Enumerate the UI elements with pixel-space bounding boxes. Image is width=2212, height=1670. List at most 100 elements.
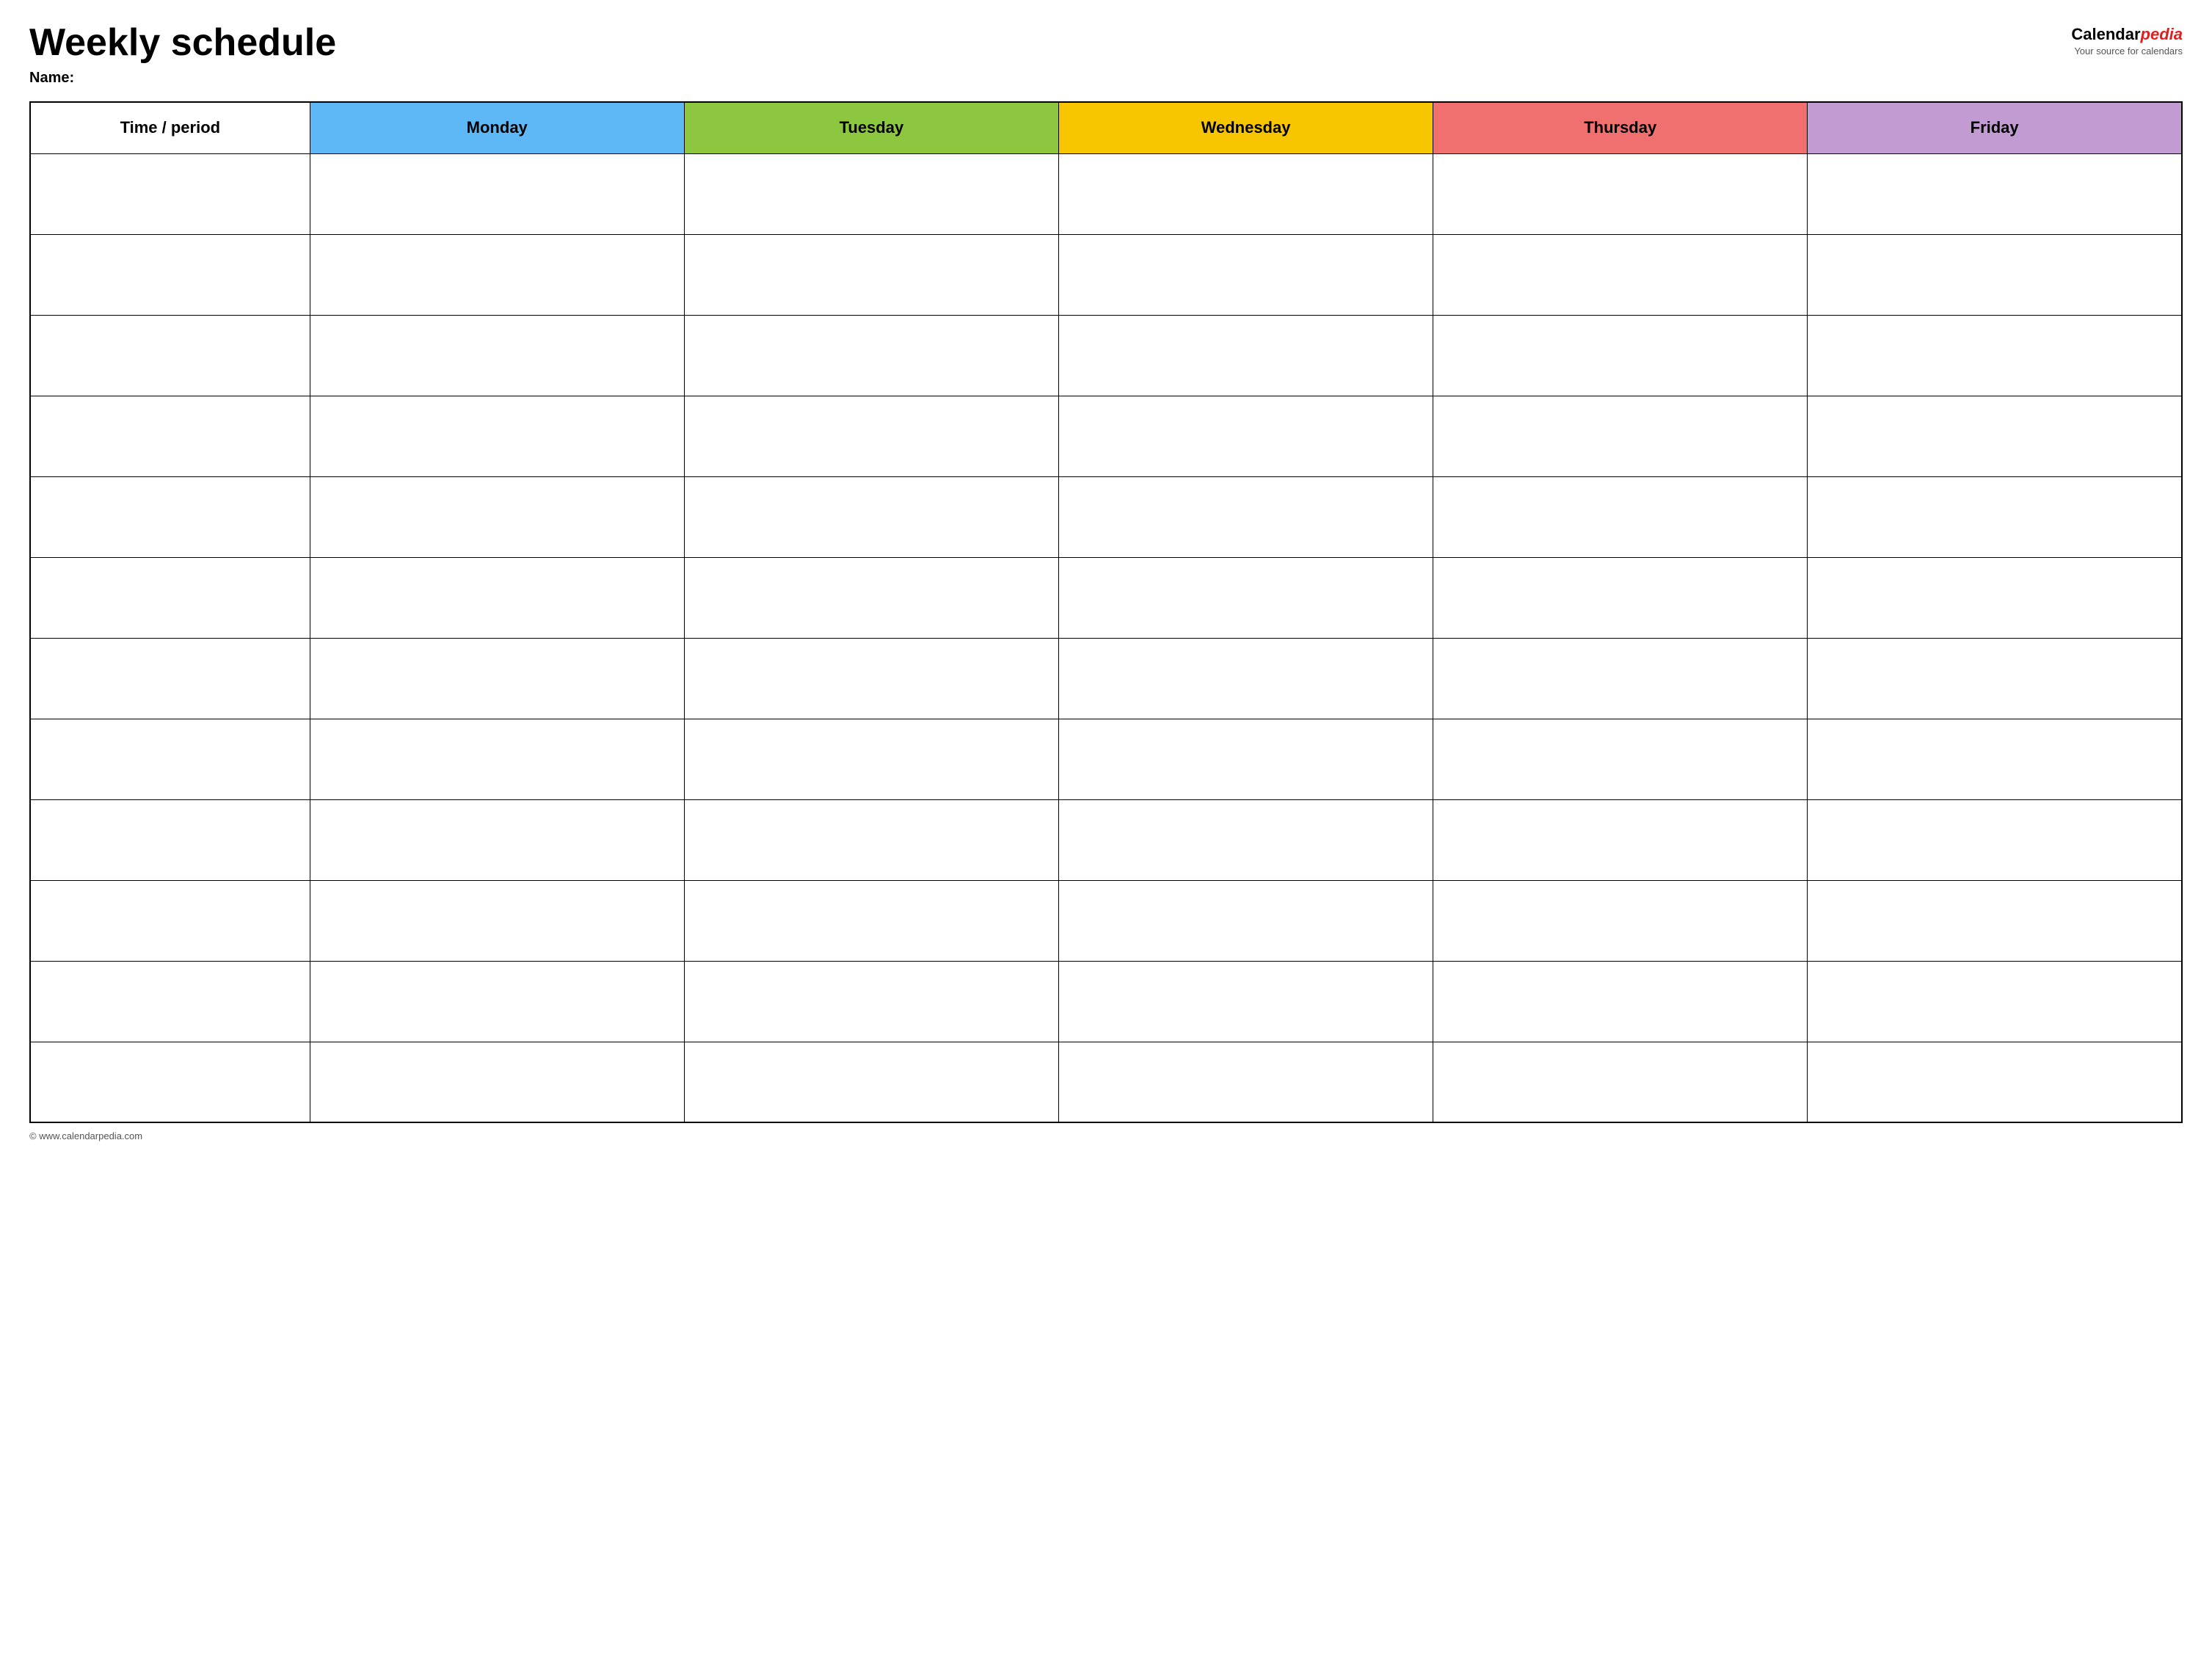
schedule-cell[interactable] [1808,153,2182,234]
schedule-cell[interactable] [684,234,1058,315]
schedule-cell[interactable] [1433,476,1808,557]
header-friday: Friday [1808,102,2182,153]
footer: © www.calendarpedia.com [29,1130,2183,1141]
page-header: Weekly schedule Name: Calendarpedia Your… [29,22,2183,87]
schedule-cell[interactable] [1433,153,1808,234]
schedule-cell[interactable] [310,396,684,476]
schedule-cell[interactable] [1058,557,1433,638]
table-row [30,880,2182,961]
table-row [30,799,2182,880]
header-thursday: Thursday [1433,102,1808,153]
schedule-cell[interactable] [1808,799,2182,880]
schedule-cell[interactable] [1808,880,2182,961]
schedule-cell[interactable] [1058,638,1433,719]
schedule-cell[interactable] [684,557,1058,638]
time-cell[interactable] [30,799,310,880]
schedule-cell[interactable] [1433,961,1808,1042]
time-cell[interactable] [30,396,310,476]
schedule-cell[interactable] [1433,315,1808,396]
schedule-cell[interactable] [310,476,684,557]
time-cell[interactable] [30,961,310,1042]
schedule-cell[interactable] [1808,557,2182,638]
schedule-cell[interactable] [1433,234,1808,315]
header-monday: Monday [310,102,684,153]
schedule-cell[interactable] [1058,476,1433,557]
table-row [30,557,2182,638]
time-cell[interactable] [30,880,310,961]
schedule-cell[interactable] [1433,880,1808,961]
copyright-text: © www.calendarpedia.com [29,1130,142,1141]
schedule-cell[interactable] [1058,153,1433,234]
schedule-cell[interactable] [1808,315,2182,396]
table-row [30,153,2182,234]
logo-pedia-text: pedia [2141,25,2183,43]
schedule-cell[interactable] [1058,396,1433,476]
schedule-cell[interactable] [1433,557,1808,638]
time-cell[interactable] [30,476,310,557]
schedule-cell[interactable] [1058,234,1433,315]
schedule-cell[interactable] [310,234,684,315]
schedule-cell[interactable] [684,1042,1058,1122]
schedule-cell[interactable] [684,961,1058,1042]
header-tuesday: Tuesday [684,102,1058,153]
time-cell[interactable] [30,234,310,315]
schedule-cell[interactable] [1433,1042,1808,1122]
schedule-cell[interactable] [1808,476,2182,557]
schedule-cell[interactable] [1058,880,1433,961]
time-cell[interactable] [30,557,310,638]
table-row [30,638,2182,719]
schedule-cell[interactable] [1808,1042,2182,1122]
schedule-cell[interactable] [1433,638,1808,719]
header-wednesday: Wednesday [1058,102,1433,153]
schedule-cell[interactable] [684,719,1058,799]
time-cell[interactable] [30,638,310,719]
schedule-cell[interactable] [1058,1042,1433,1122]
schedule-cell[interactable] [1058,315,1433,396]
header-time: Time / period [30,102,310,153]
schedule-cell[interactable] [310,719,684,799]
schedule-cell[interactable] [684,638,1058,719]
schedule-cell[interactable] [1808,961,2182,1042]
schedule-cell[interactable] [1433,799,1808,880]
logo-tagline: Your source for calendars [2071,46,2183,57]
schedule-cell[interactable] [310,1042,684,1122]
schedule-cell[interactable] [310,638,684,719]
table-row [30,961,2182,1042]
logo-section: Calendarpedia Your source for calendars [2071,22,2183,57]
table-row [30,396,2182,476]
schedule-cell[interactable] [1808,638,2182,719]
schedule-cell[interactable] [310,799,684,880]
name-label: Name: [29,70,2071,87]
schedule-cell[interactable] [684,396,1058,476]
table-row [30,315,2182,396]
logo-calendar-text: Calendar [2071,25,2140,43]
schedule-cell[interactable] [1808,396,2182,476]
page-title: Weekly schedule [29,22,2071,64]
schedule-cell[interactable] [1058,799,1433,880]
time-cell[interactable] [30,1042,310,1122]
time-cell[interactable] [30,153,310,234]
schedule-cell[interactable] [1058,961,1433,1042]
table-row [30,476,2182,557]
table-header-row: Time / period Monday Tuesday Wednesday T… [30,102,2182,153]
schedule-cell[interactable] [310,315,684,396]
schedule-cell[interactable] [310,961,684,1042]
schedule-cell[interactable] [1808,234,2182,315]
schedule-cell[interactable] [310,153,684,234]
schedule-cell[interactable] [1058,719,1433,799]
schedule-cell[interactable] [1433,396,1808,476]
schedule-cell[interactable] [684,315,1058,396]
logo-text: Calendarpedia [2071,25,2183,44]
schedule-table: Time / period Monday Tuesday Wednesday T… [29,101,2183,1123]
schedule-cell[interactable] [1808,719,2182,799]
schedule-cell[interactable] [310,557,684,638]
schedule-cell[interactable] [684,880,1058,961]
schedule-cell[interactable] [684,799,1058,880]
title-section: Weekly schedule Name: [29,22,2071,87]
time-cell[interactable] [30,315,310,396]
schedule-cell[interactable] [684,153,1058,234]
schedule-cell[interactable] [684,476,1058,557]
time-cell[interactable] [30,719,310,799]
schedule-cell[interactable] [310,880,684,961]
schedule-cell[interactable] [1433,719,1808,799]
